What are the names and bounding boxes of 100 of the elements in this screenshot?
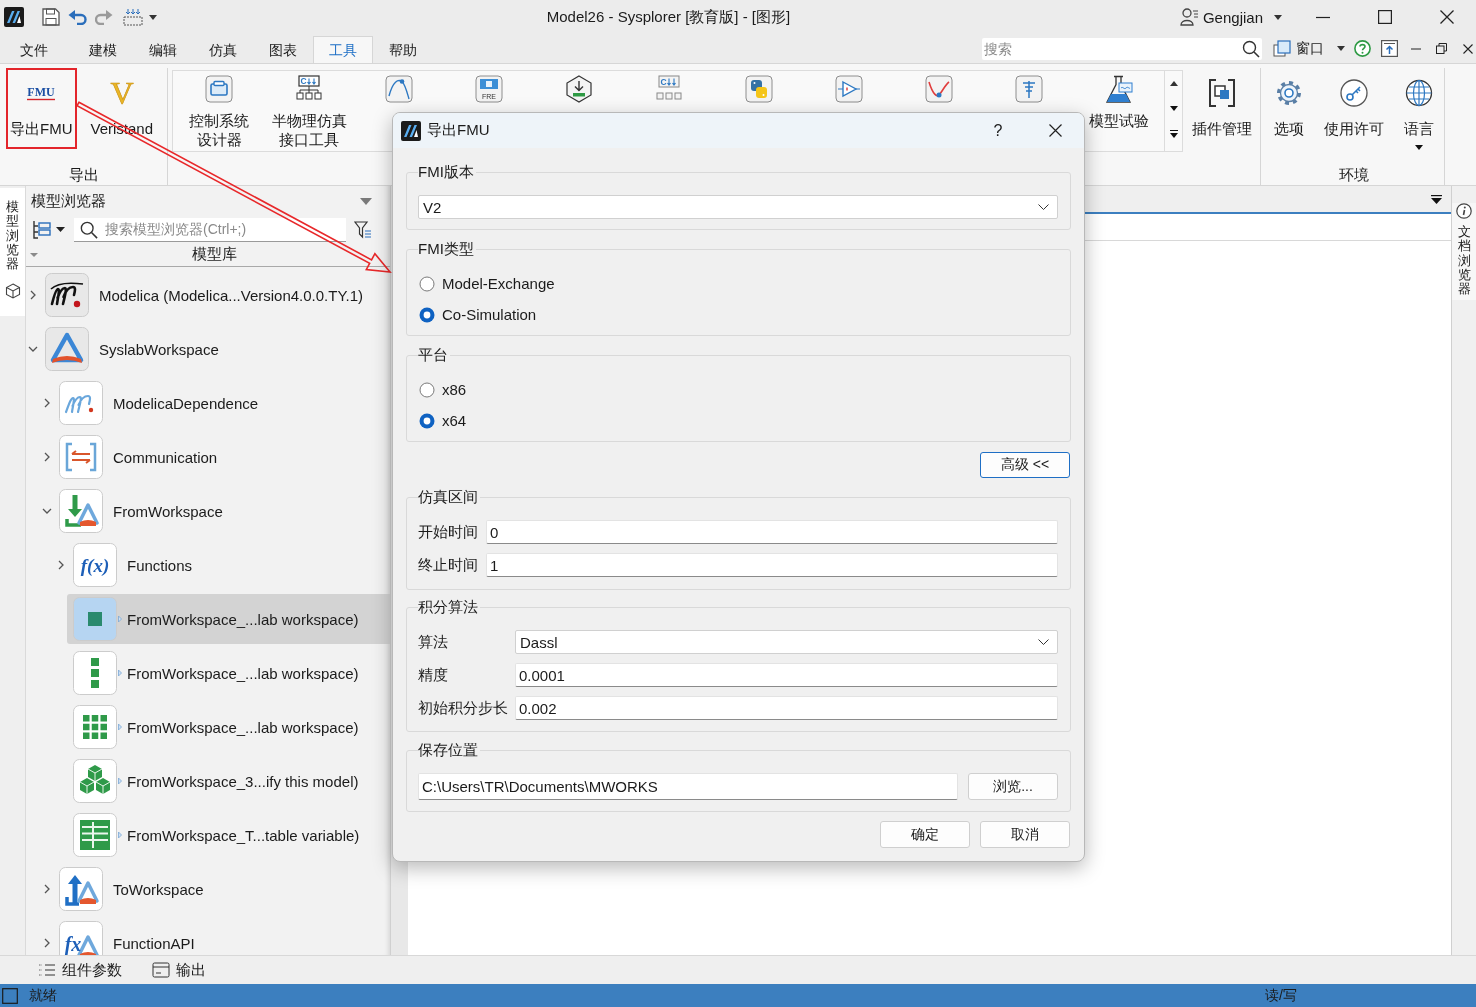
chevron-right-icon[interactable]	[28, 290, 38, 300]
browse-button[interactable]: 浏览...	[968, 773, 1058, 800]
side-tab[interactable]: 模型浏览器	[0, 188, 25, 316]
tree-item[interactable]: FromWorkspace_...lab workspace)	[67, 594, 390, 644]
restore-icon[interactable]	[1436, 43, 1447, 54]
scroll-up-icon[interactable]	[1169, 81, 1178, 86]
path-field[interactable]: C:\Users\TR\Documents\MWORKS	[418, 773, 958, 800]
tree-item[interactable]: FromWorkspace	[53, 486, 390, 536]
caret-icon[interactable]	[56, 227, 65, 232]
ribbon-button[interactable]: 选项	[1270, 68, 1308, 149]
triangle-gain-icon[interactable]	[835, 75, 863, 103]
group-title: 仿真区间	[418, 489, 479, 505]
triangle-logo-icon	[45, 327, 89, 371]
chevron-right-icon[interactable]	[42, 398, 52, 408]
upload-box-icon[interactable]	[1381, 40, 1398, 57]
help-button[interactable]: ?	[978, 113, 1018, 148]
bottom-tab[interactable]: 组件参数	[38, 960, 122, 980]
menu-tab[interactable]: 仿真	[193, 36, 253, 63]
dropdown-field[interactable]: V2	[418, 195, 1058, 219]
tree-view-icon[interactable]	[33, 220, 52, 239]
text-field[interactable]: 0.002	[515, 696, 1058, 720]
scribble-logo-icon	[45, 273, 89, 317]
key-icon	[1340, 79, 1368, 107]
interlocked-shapes-icon[interactable]	[745, 75, 773, 103]
tree-item[interactable]: FromWorkspace_T...table variable)	[67, 810, 390, 860]
menu-tab[interactable]: 编辑	[133, 36, 193, 63]
tree-item[interactable]: Communication	[53, 432, 390, 482]
menu-tab[interactable]: 文件	[4, 36, 64, 63]
close-icon[interactable]	[1440, 10, 1454, 24]
text-field[interactable]: 1	[486, 553, 1058, 577]
group-title: FMI版本	[418, 164, 475, 180]
download-hexagon-icon[interactable]	[565, 75, 593, 103]
tree-item[interactable]: SyslabWorkspace	[39, 324, 390, 374]
dropdown-triangle-icon[interactable]	[360, 197, 372, 205]
ribbon-button[interactable]: FMU 导出FMU	[6, 68, 77, 149]
help-icon[interactable]	[1354, 40, 1371, 57]
curve-chart-icon[interactable]	[385, 75, 413, 103]
dropdown-field[interactable]: Dassl	[515, 630, 1058, 654]
sort-indicator-icon[interactable]	[30, 252, 38, 257]
chevron-right-icon[interactable]	[42, 938, 52, 948]
ribbon-button[interactable]: 控制系统 设计器	[185, 71, 253, 151]
caret-icon[interactable]	[1274, 14, 1282, 20]
search-field[interactable]: 搜索	[982, 37, 1262, 60]
radio-button[interactable]: Model-Exchange	[419, 275, 555, 292]
radio-button[interactable]: x64	[419, 412, 467, 429]
chevron-right-icon[interactable]	[42, 452, 52, 462]
function-triangle-icon: fx	[59, 921, 103, 955]
search-icon	[80, 220, 98, 239]
ribbon-button[interactable]: 使用许可	[1320, 68, 1388, 149]
tree-item[interactable]: FromWorkspace_3...ify this model)	[67, 756, 390, 806]
expand-gallery-icon[interactable]	[1169, 130, 1178, 138]
branch-lines-icon[interactable]	[1015, 75, 1043, 103]
text-field[interactable]: 0.0001	[515, 663, 1058, 687]
radio-button[interactable]: x86	[419, 381, 467, 398]
undo-icon[interactable]	[68, 9, 88, 25]
window-menu[interactable]: 窗口	[1296, 39, 1324, 58]
caret-icon[interactable]	[1337, 46, 1345, 51]
customize-toolbar-icon[interactable]	[123, 8, 143, 26]
text-field[interactable]: 0	[486, 520, 1058, 544]
panel-title: 模型浏览器	[31, 191, 106, 211]
menu-tab[interactable]: 工具	[313, 36, 373, 63]
info-icon	[1456, 203, 1472, 219]
tree-item[interactable]: f(x) Functions	[67, 540, 390, 590]
menu-tab[interactable]: 帮助	[373, 36, 433, 63]
scroll-down-icon[interactable]	[1169, 106, 1178, 111]
close-icon[interactable]	[1463, 43, 1473, 54]
dialog-button[interactable]: 取消	[980, 821, 1070, 848]
tree-item[interactable]: FromWorkspace_...lab workspace)	[67, 702, 390, 752]
v-logo-icon: V	[109, 80, 134, 106]
group-title: 平台	[418, 347, 449, 363]
search-field[interactable]: 搜索模型浏览器(Ctrl+;)	[74, 217, 346, 242]
tree-item[interactable]: ModelicaDependence	[53, 378, 390, 428]
filter-icon[interactable]	[354, 220, 372, 239]
bottom-tab[interactable]: 输出	[152, 960, 206, 980]
ribbon-button[interactable]: C 半物理仿真 接口工具	[267, 71, 351, 151]
side-tab[interactable]: 文档浏览器	[1452, 203, 1476, 301]
user-name[interactable]: Gengjian	[1202, 8, 1263, 26]
dialog-button[interactable]: 确定	[880, 821, 970, 848]
ribbon-button[interactable]: 语言	[1400, 68, 1438, 152]
chevron-right-icon[interactable]	[56, 560, 66, 570]
tab-overflow-icon[interactable]	[1431, 194, 1442, 204]
save-icon[interactable]	[42, 8, 60, 26]
advanced-button[interactable]: 高级 <<	[980, 452, 1070, 478]
chevron-down-icon[interactable]	[42, 506, 52, 516]
menu-tab[interactable]: 图表	[253, 36, 313, 63]
chevron-down-icon[interactable]	[28, 344, 38, 354]
column-header[interactable]: 模型库	[191, 245, 237, 264]
tree-item[interactable]: FromWorkspace_...lab workspace)	[67, 648, 390, 698]
radio-button[interactable]: Co-Simulation	[419, 306, 537, 323]
close-icon[interactable]	[1049, 124, 1062, 137]
menu-tab[interactable]: 建模	[73, 36, 133, 63]
ribbon-button[interactable]: 模型试验	[1085, 71, 1153, 151]
search-icon[interactable]	[1242, 39, 1260, 58]
tree-item[interactable]: Modelica (Modelica...Version4.0.0.TY.1)	[39, 270, 390, 320]
valley-curve-icon[interactable]	[925, 75, 953, 103]
maximize-icon[interactable]	[1378, 10, 1392, 24]
tree-item[interactable]: ToWorkspace	[53, 864, 390, 914]
caret-icon[interactable]	[149, 14, 157, 20]
ribbon-button[interactable]: 插件管理	[1187, 68, 1256, 149]
chevron-right-icon[interactable]	[42, 884, 52, 894]
